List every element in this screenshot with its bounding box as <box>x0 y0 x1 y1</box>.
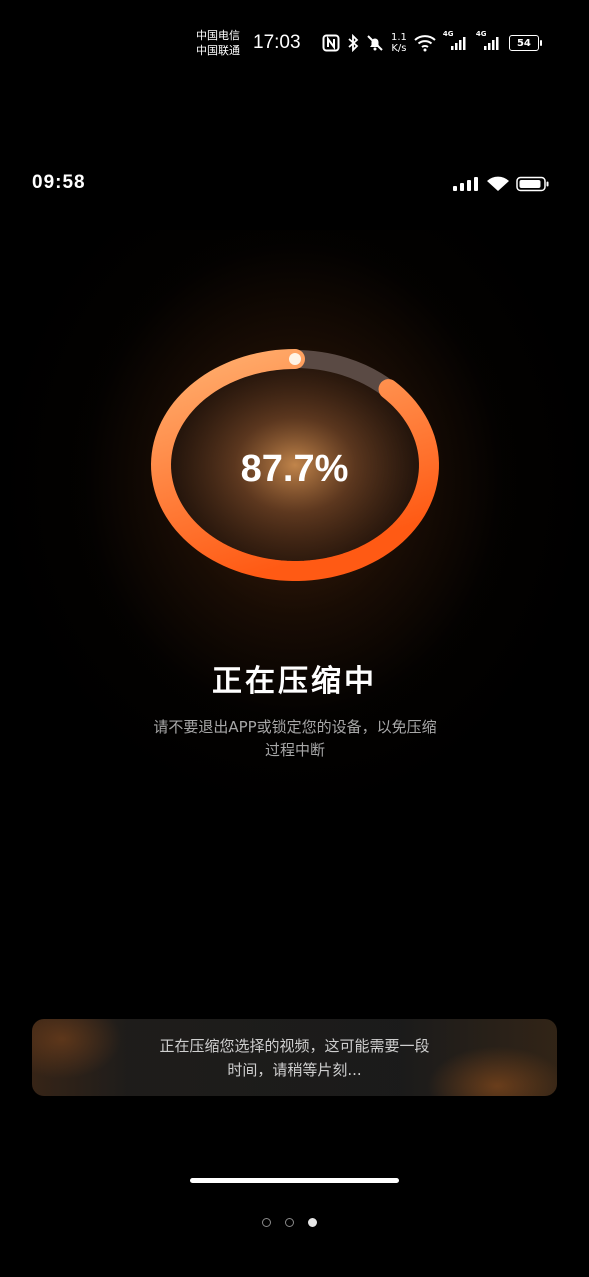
network-tag-2: 4G <box>475 30 487 38</box>
net-speed: 1.1 K/s <box>391 32 407 54</box>
system-status-bar: 中国电信 中国联通 17:03 1.1 K/s 4G 4G 54 <box>0 20 589 68</box>
info-line-1: 正在压缩您选择的视频，这可能需要一段 <box>159 1037 430 1055</box>
signal-icon <box>452 176 480 196</box>
battery-level: 54 <box>516 37 531 49</box>
app-status-icons <box>452 176 550 196</box>
system-status-icons: 1.1 K/s 4G 4G 54 <box>322 30 542 54</box>
wifi-icon <box>486 176 510 196</box>
app-status-bar: 09:58 <box>0 168 589 198</box>
carrier-labels: 中国电信 中国联通 <box>196 28 240 58</box>
mute-bell-icon <box>366 34 384 52</box>
bluetooth-icon <box>347 34 359 52</box>
page-dot[interactable] <box>262 1218 271 1227</box>
net-speed-value: 1.1 <box>391 32 407 43</box>
battery-icon <box>516 176 550 196</box>
info-line-2: 时间，请稍等片刻... <box>227 1061 362 1079</box>
page-indicator <box>262 1218 317 1227</box>
signal-icon-2: 4G <box>476 30 502 52</box>
subtitle-line-1: 请不要退出APP或锁定您的设备，以免压缩 <box>153 718 437 736</box>
home-indicator[interactable] <box>190 1178 399 1183</box>
net-speed-unit: K/s <box>391 43 407 54</box>
app-time: 09:58 <box>32 172 86 193</box>
info-card: 正在压缩您选择的视频，这可能需要一段 时间，请稍等片刻... <box>32 1019 557 1096</box>
carrier-2: 中国联通 <box>196 44 240 57</box>
signal-icon: 4G <box>443 30 469 52</box>
network-tag-1: 4G <box>442 30 454 38</box>
page-dot[interactable] <box>308 1218 317 1227</box>
info-card-text: 正在压缩您选择的视频，这可能需要一段 时间，请稍等片刻... <box>112 1034 477 1082</box>
carrier-1: 中国电信 <box>196 29 240 42</box>
page-title: 正在压缩中 <box>212 664 377 699</box>
nfc-icon <box>322 34 340 52</box>
system-time: 17:03 <box>253 32 301 53</box>
progress-percent: 87.7% <box>240 448 349 490</box>
battery-icon: 54 <box>508 35 542 51</box>
page-dot[interactable] <box>285 1218 294 1227</box>
wifi-icon <box>414 34 436 52</box>
subtitle-line-2: 过程中断 <box>264 741 325 759</box>
progress-knob <box>289 353 301 365</box>
page-subtitle: 请不要退出APP或锁定您的设备，以免压缩 过程中断 <box>110 716 480 762</box>
